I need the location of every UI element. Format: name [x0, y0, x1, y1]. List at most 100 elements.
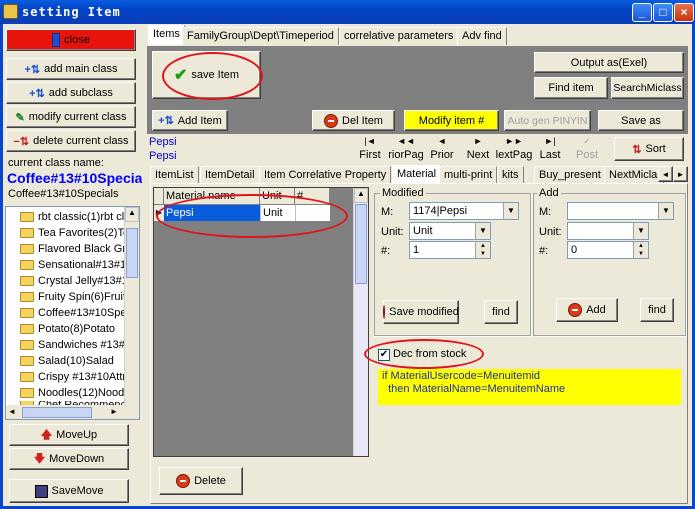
maximize-button[interactable]: □	[653, 3, 673, 22]
folder-icon	[20, 228, 34, 238]
modified-unit-select[interactable]: Unit ▼	[409, 222, 491, 240]
nav-last-button[interactable]: ►| Last	[531, 134, 569, 162]
modify-current-class-button[interactable]: ✎ modify current class	[6, 106, 136, 128]
modified-find-button[interactable]: find	[484, 300, 518, 324]
del-item-button[interactable]: Del Item	[312, 110, 395, 131]
nav-next-page-button[interactable]: ►► lextPag	[495, 134, 533, 162]
auto-gen-pinyin-button[interactable]: Auto gen PINYIN	[504, 110, 591, 131]
chevron-down-icon[interactable]: ▼	[475, 223, 490, 239]
delete-material-button[interactable]: Delete	[159, 467, 243, 495]
grid-scroll-thumb[interactable]	[355, 204, 367, 284]
tab-scroll-left-icon[interactable]: ◄	[658, 166, 673, 182]
scroll-thumb[interactable]	[126, 228, 138, 278]
tab-item-list[interactable]: ItemList	[150, 166, 199, 184]
tree-item[interactable]: Flavored Black Gre	[20, 241, 132, 257]
tab-adv-find[interactable]: Adv find	[457, 27, 507, 45]
tree-item[interactable]: Fruity Spin(6)Fruity	[20, 289, 132, 305]
tab-material[interactable]: Material	[392, 165, 442, 184]
modified-unit-label: Unit:	[381, 226, 404, 238]
tab-multi-print[interactable]: multi-print	[439, 166, 498, 184]
save-modified-button[interactable]: Save modified	[383, 300, 459, 324]
add-unit-select[interactable]: ▼	[567, 222, 649, 240]
find-item-button[interactable]: Find item	[534, 77, 608, 99]
move-down-button[interactable]: 🡇 MoveDown	[9, 448, 129, 470]
nav-prior-button[interactable]: ◄ Prior	[423, 134, 461, 162]
tree-item[interactable]: Noodles(12)Nood	[20, 385, 124, 401]
chevron-down-icon[interactable]: ▼	[633, 223, 648, 239]
tree-item-label: Coffee#13#10Spe	[38, 307, 127, 319]
add-quantity-stepper[interactable]: 0 ▲ ▼	[567, 241, 649, 259]
tab-scroll-right-icon[interactable]: ►	[673, 166, 688, 182]
save-move-button[interactable]: SaveMove	[9, 479, 129, 503]
scroll-left-icon[interactable]: ◄	[8, 407, 16, 416]
tree-item[interactable]: Potato(8)Potato	[20, 321, 115, 337]
arrow-down-icon: 🡇	[33, 452, 46, 465]
tree-item[interactable]: Salad(10)Salad	[20, 353, 114, 369]
move-up-button[interactable]: 🡅 MoveUp	[9, 424, 129, 446]
delete-current-class-button[interactable]: −⇅ delete current class	[6, 130, 136, 152]
chevron-down-icon[interactable]: ▼	[503, 203, 518, 219]
title-bar[interactable]: setting Item _ □ ×	[0, 0, 695, 24]
stepper-icon[interactable]: ▲ ▼	[633, 242, 648, 258]
tree-item-selected[interactable]: Coffee#13#10Spe	[20, 305, 127, 321]
tab-kits[interactable]: kits	[497, 166, 524, 184]
minimize-button[interactable]: _	[632, 3, 652, 22]
scroll-up-icon[interactable]: ▲	[125, 207, 139, 222]
grid-scroll-up-icon[interactable]: ▲	[354, 188, 368, 203]
modified-num-label: #:	[381, 245, 391, 257]
chevron-down-icon[interactable]: ▼	[658, 203, 673, 219]
modify-item-button[interactable]: Modify item #	[404, 110, 499, 131]
prior-icon: ◄	[437, 136, 447, 146]
tab-item-correlative[interactable]: Item Correlative Property	[259, 166, 392, 184]
add-material-button[interactable]: Add	[556, 298, 618, 322]
add-subclass-label: add subclass	[48, 87, 113, 99]
stepper-icon[interactable]: ▲ ▼	[475, 242, 490, 258]
nav-next-button[interactable]: ► Next	[459, 134, 497, 162]
close-window-button[interactable]: ×	[674, 3, 694, 22]
nav-post-button[interactable]: ✓ Post	[568, 134, 606, 162]
sort-label: Sort	[645, 143, 666, 155]
close-button[interactable]: close	[6, 29, 136, 51]
tree-item[interactable]: Sandwiches #13#	[20, 337, 125, 353]
tab-buy-present[interactable]: Buy_present	[534, 166, 606, 184]
modified-material-select[interactable]: 1174|Pepsi ▼	[409, 202, 519, 220]
last-icon: ►|	[544, 136, 556, 146]
grid-vscrollbar[interactable]: ▲	[353, 188, 368, 456]
tree-vscrollbar[interactable]: ▲	[124, 207, 139, 405]
class-tree[interactable]: rbt classic(1)rbt cl Tea Favorites(2)Te …	[5, 206, 140, 420]
highlight-ellipse-dec	[364, 339, 484, 369]
modified-quantity-stepper[interactable]: 1 ▲ ▼	[409, 241, 491, 259]
scroll-right-icon[interactable]: ►	[110, 407, 118, 416]
add-subclass-icon: +⇅	[29, 87, 45, 100]
save-as-button[interactable]: Save as	[598, 110, 684, 131]
tree-item-label: Crystal Jelly#13#1	[38, 275, 128, 287]
tree-item-label: Salad(10)Salad	[38, 355, 114, 367]
tree-item[interactable]: rbt classic(1)rbt cl	[20, 209, 124, 225]
nav-post-label: Post	[575, 149, 598, 161]
add-item-button[interactable]: +⇅ Add Item	[152, 110, 228, 131]
add-subclass-button[interactable]: +⇅ add subclass	[6, 82, 136, 104]
sort-button[interactable]: ⇅ Sort	[614, 137, 684, 161]
delete-current-class-label: delete current class	[33, 135, 129, 147]
tree-item[interactable]: Crispy #13#10Attr	[20, 369, 126, 385]
add-find-button[interactable]: find	[640, 298, 674, 322]
add-material-select[interactable]: ▼	[567, 202, 674, 220]
search-miclass-button[interactable]: SearchMiclass	[611, 77, 684, 99]
tab-items[interactable]: Items	[148, 25, 185, 45]
output-excel-button[interactable]: Output as(Exel)	[534, 52, 684, 73]
tab-correlative-parameters[interactable]: correlative parameters	[339, 27, 459, 45]
tree-item-label: Crispy #13#10Attr	[38, 371, 127, 383]
tree-item[interactable]: Tea Favorites(2)Te	[20, 225, 129, 241]
hscroll-thumb[interactable]	[22, 407, 92, 418]
folder-icon	[20, 388, 34, 398]
tree-item[interactable]: Sensational#13#1	[20, 257, 126, 273]
nav-first-button[interactable]: |◄ First	[351, 134, 389, 162]
nav-prior-page-button[interactable]: ◄◄ riorPag	[387, 134, 425, 162]
tab-next-miclass[interactable]: NextMiclas	[604, 166, 664, 184]
tab-family-group[interactable]: FamilyGroup\Dept\Timeperiod	[182, 27, 339, 45]
tab-item-detail[interactable]: ItemDetail	[200, 166, 260, 184]
tree-hscrollbar[interactable]: ◄ ►	[6, 405, 139, 419]
add-main-class-button[interactable]: +⇅ add main class	[6, 58, 136, 80]
tree-item[interactable]: Crystal Jelly#13#1	[20, 273, 128, 289]
folder-icon	[20, 324, 34, 334]
